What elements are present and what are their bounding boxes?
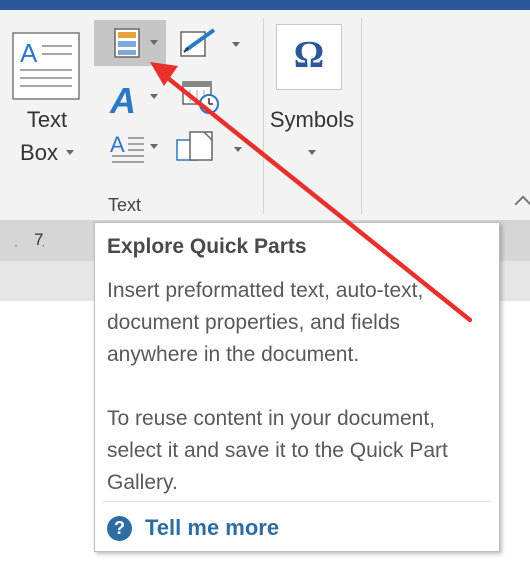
omega-icon: Ω	[293, 34, 325, 76]
symbols-dropdown-icon[interactable]	[308, 150, 316, 155]
text-box-icon[interactable]: A	[12, 32, 80, 100]
ribbon-collapse-icon[interactable]	[514, 195, 530, 213]
tell-me-more-link[interactable]: Tell me more	[145, 515, 279, 541]
svg-text:A: A	[20, 38, 38, 68]
group-separator	[361, 18, 362, 214]
text-box-dropdown-icon[interactable]	[66, 150, 74, 155]
quick-parts-dropdown-icon[interactable]	[150, 40, 158, 45]
wordart-dropdown-icon[interactable]	[150, 94, 158, 99]
ruler-number: 7	[34, 230, 44, 249]
tooltip-paragraph: Insert preformatted text, auto-text, doc…	[107, 279, 424, 366]
title-bar-strip	[0, 0, 530, 10]
tooltip-divider	[103, 501, 491, 502]
quick-parts-icon	[114, 28, 140, 63]
quick-parts-tooltip: Explore Quick Parts Insert preformatted …	[94, 222, 500, 552]
text-group-label: Text	[108, 195, 142, 215]
symbols-button[interactable]: Ω	[276, 24, 342, 90]
svg-text:A: A	[110, 132, 125, 157]
tooltip-body: Insert preformatted text, auto-text, doc…	[107, 275, 492, 499]
symbols-label[interactable]: Symbols	[266, 107, 358, 133]
tooltip-title: Explore Quick Parts	[107, 235, 307, 258]
ribbon-insert-tab: A Text Box A A Text Ω Symbols	[0, 10, 530, 221]
date-time-icon[interactable]	[182, 80, 220, 121]
drop-cap-icon[interactable]: A	[110, 132, 146, 169]
signature-line-dropdown-icon[interactable]	[232, 42, 240, 47]
quick-parts-button[interactable]	[94, 20, 166, 66]
drop-cap-dropdown-icon[interactable]	[150, 144, 158, 149]
object-dropdown-icon[interactable]	[234, 147, 242, 152]
text-box-label-line1[interactable]: Text	[20, 107, 74, 133]
object-icon[interactable]	[176, 130, 216, 169]
wordart-icon[interactable]: A	[110, 80, 136, 122]
signature-line-icon[interactable]	[180, 28, 216, 63]
tooltip-paragraph: To reuse content in your document, selec…	[107, 407, 448, 494]
group-separator	[263, 18, 264, 214]
text-box-label-line2[interactable]: Box	[14, 140, 64, 166]
help-icon[interactable]: ?	[107, 516, 132, 541]
